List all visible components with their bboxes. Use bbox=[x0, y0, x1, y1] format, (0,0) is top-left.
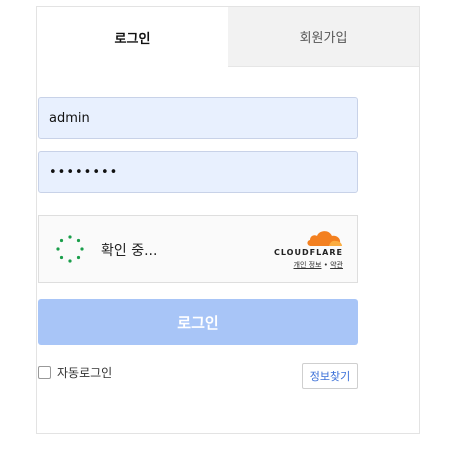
terms-link[interactable]: 약관 bbox=[330, 261, 343, 269]
tab-signup[interactable]: 회원가입 bbox=[228, 7, 419, 67]
find-info-button[interactable]: 정보찾기 bbox=[302, 363, 358, 389]
captcha-status-text: 확인 중... bbox=[101, 243, 158, 259]
auto-login-label: 자동로그인 bbox=[57, 366, 113, 380]
tab-login[interactable]: 로그인 bbox=[37, 7, 228, 67]
password-field[interactable] bbox=[38, 151, 358, 193]
username-field[interactable] bbox=[38, 97, 358, 139]
captcha-widget[interactable]: 확인 중... CLOUDFLARE 개인 정보 • 약관 bbox=[38, 215, 358, 283]
auth-tabs: 로그인 회원가입 bbox=[37, 7, 419, 67]
loading-spinner-icon bbox=[56, 235, 84, 263]
tab-signup-label: 회원가입 bbox=[299, 31, 348, 46]
tab-login-label: 로그인 bbox=[114, 31, 151, 47]
auto-login-option[interactable]: 자동로그인 bbox=[38, 364, 112, 381]
login-button[interactable]: 로그인 bbox=[38, 299, 358, 345]
privacy-link[interactable]: 개인 정보 bbox=[294, 261, 322, 269]
cloudflare-links: 개인 정보 • 약관 bbox=[274, 260, 344, 270]
cloudflare-logo: CLOUDFLARE 개인 정보 • 약관 bbox=[274, 227, 343, 270]
link-separator: • bbox=[323, 261, 328, 269]
cloudflare-cloud-icon bbox=[307, 231, 342, 246]
auto-login-checkbox[interactable] bbox=[38, 366, 51, 379]
cloudflare-brand-text: CLOUDFLARE bbox=[274, 248, 343, 257]
